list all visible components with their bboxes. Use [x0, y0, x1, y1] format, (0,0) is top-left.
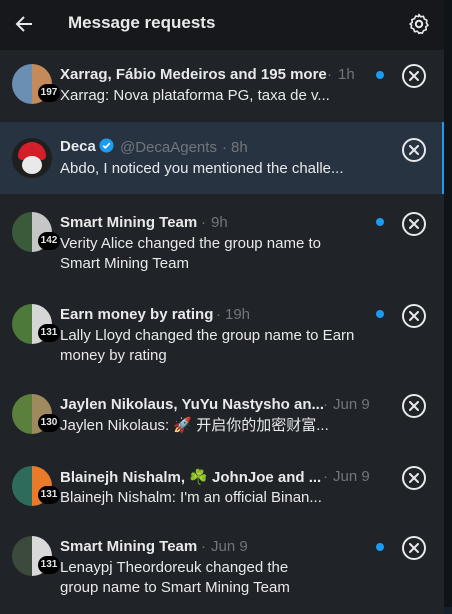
request-row[interactable]: 142 Smart Mining Team · 9h Verity Alice … — [0, 194, 444, 286]
request-row[interactable]: 130 Jaylen Nikolaus, YuYu Nastysho an...… — [0, 378, 444, 450]
conversation-name: Xarrag, Fábio Medeiros and 195 more — [60, 66, 327, 83]
close-icon — [409, 311, 419, 321]
conversation-name-text: Deca — [60, 138, 96, 155]
unread-dot — [376, 218, 384, 226]
member-count-badge: 130 — [38, 414, 60, 432]
close-icon — [409, 145, 419, 155]
request-row[interactable]: 197 Xarrag, Fábio Medeiros and 195 more … — [0, 50, 444, 122]
dismiss-button[interactable] — [402, 64, 426, 88]
unread-dot — [376, 543, 384, 551]
conversation-name: Jaylen Nikolaus, YuYu Nastysho an... — [60, 396, 324, 413]
member-count-badge: 197 — [38, 84, 60, 102]
message-preview: Lally Lloyd changed the group name to Ea… — [60, 327, 355, 364]
dismiss-button[interactable] — [402, 304, 426, 328]
gear-icon[interactable] — [407, 12, 431, 36]
page-title: Message requests — [68, 13, 216, 32]
request-row[interactable]: 131 Smart Mining Team · Jun 9 Lenaypj Th… — [0, 522, 444, 614]
member-count-badge: 142 — [38, 232, 60, 250]
dismiss-button[interactable] — [402, 212, 426, 236]
timestamp: 1h — [338, 66, 355, 83]
dismiss-button[interactable] — [402, 394, 426, 418]
request-row[interactable]: 131 Blainejh Nishalm, ☘️ JohnJoe and ...… — [0, 450, 444, 522]
member-count-badge: 131 — [38, 486, 60, 504]
timestamp: 8h — [231, 139, 248, 156]
member-count-badge: 131 — [38, 556, 60, 574]
timestamp: 9h — [211, 214, 228, 231]
close-icon — [409, 473, 419, 483]
message-preview: Jaylen Nikolaus: 🚀 开启你的加密财富... — [60, 417, 329, 434]
avatar — [12, 138, 52, 178]
close-icon — [409, 401, 419, 411]
timestamp: 19h — [225, 306, 251, 323]
conversation-name: Earn money by rating — [60, 306, 214, 323]
request-row-selected[interactable]: Deca @DecaAgents · 8h Abdo, I noticed yo… — [0, 122, 444, 194]
conversation-name: Smart Mining Team — [60, 214, 198, 231]
verified-badge-icon — [99, 138, 114, 153]
timestamp-sep: · — [323, 396, 328, 413]
conversation-name: Blainejh Nishalm, ☘️ JohnJoe and ... — [60, 469, 322, 486]
timestamp-sep: · — [323, 468, 328, 485]
message-preview: Lenaypj Theordoreuk changed the group na… — [60, 559, 290, 596]
unread-dot — [376, 71, 384, 79]
user-handle: @DecaAgents — [120, 139, 217, 156]
message-requests-panel: Message requests 197 Xarrag, Fábio Medei… — [0, 0, 452, 614]
message-request-list: 197 Xarrag, Fábio Medeiros and 195 more … — [0, 50, 444, 614]
back-arrow-icon[interactable] — [12, 12, 36, 36]
timestamp: Jun 9 — [333, 396, 370, 413]
message-preview: Xarrag: Nova plataforma PG, taxa de v... — [60, 87, 330, 104]
timestamp-sep: · — [327, 66, 332, 83]
message-preview: Blainejh Nishalm: I'm an official Binan.… — [60, 489, 322, 506]
unread-dot — [376, 310, 384, 318]
message-preview: Abdo, I noticed you mentioned the challe… — [60, 160, 344, 177]
request-row[interactable]: 131 Earn money by rating · 19h Lally Llo… — [0, 286, 444, 378]
timestamp-sep: · — [201, 214, 206, 231]
conversation-name: Deca — [60, 138, 114, 155]
member-count-badge: 131 — [38, 324, 60, 342]
dismiss-button[interactable] — [402, 536, 426, 560]
dismiss-button[interactable] — [402, 466, 426, 490]
timestamp: Jun 9 — [333, 468, 370, 485]
timestamp-sep: · — [201, 538, 206, 555]
timestamp-sep: · — [222, 139, 227, 156]
close-icon — [409, 71, 419, 81]
timestamp-sep: · — [216, 306, 221, 323]
dismiss-button[interactable] — [402, 138, 426, 162]
timestamp: Jun 9 — [211, 538, 248, 555]
scrollbar[interactable] — [444, 0, 452, 607]
message-preview: Verity Alice changed the group name to S… — [60, 235, 322, 272]
close-icon — [409, 543, 419, 553]
header: Message requests — [0, 0, 444, 48]
conversation-name: Smart Mining Team — [60, 538, 198, 555]
close-icon — [409, 219, 419, 229]
